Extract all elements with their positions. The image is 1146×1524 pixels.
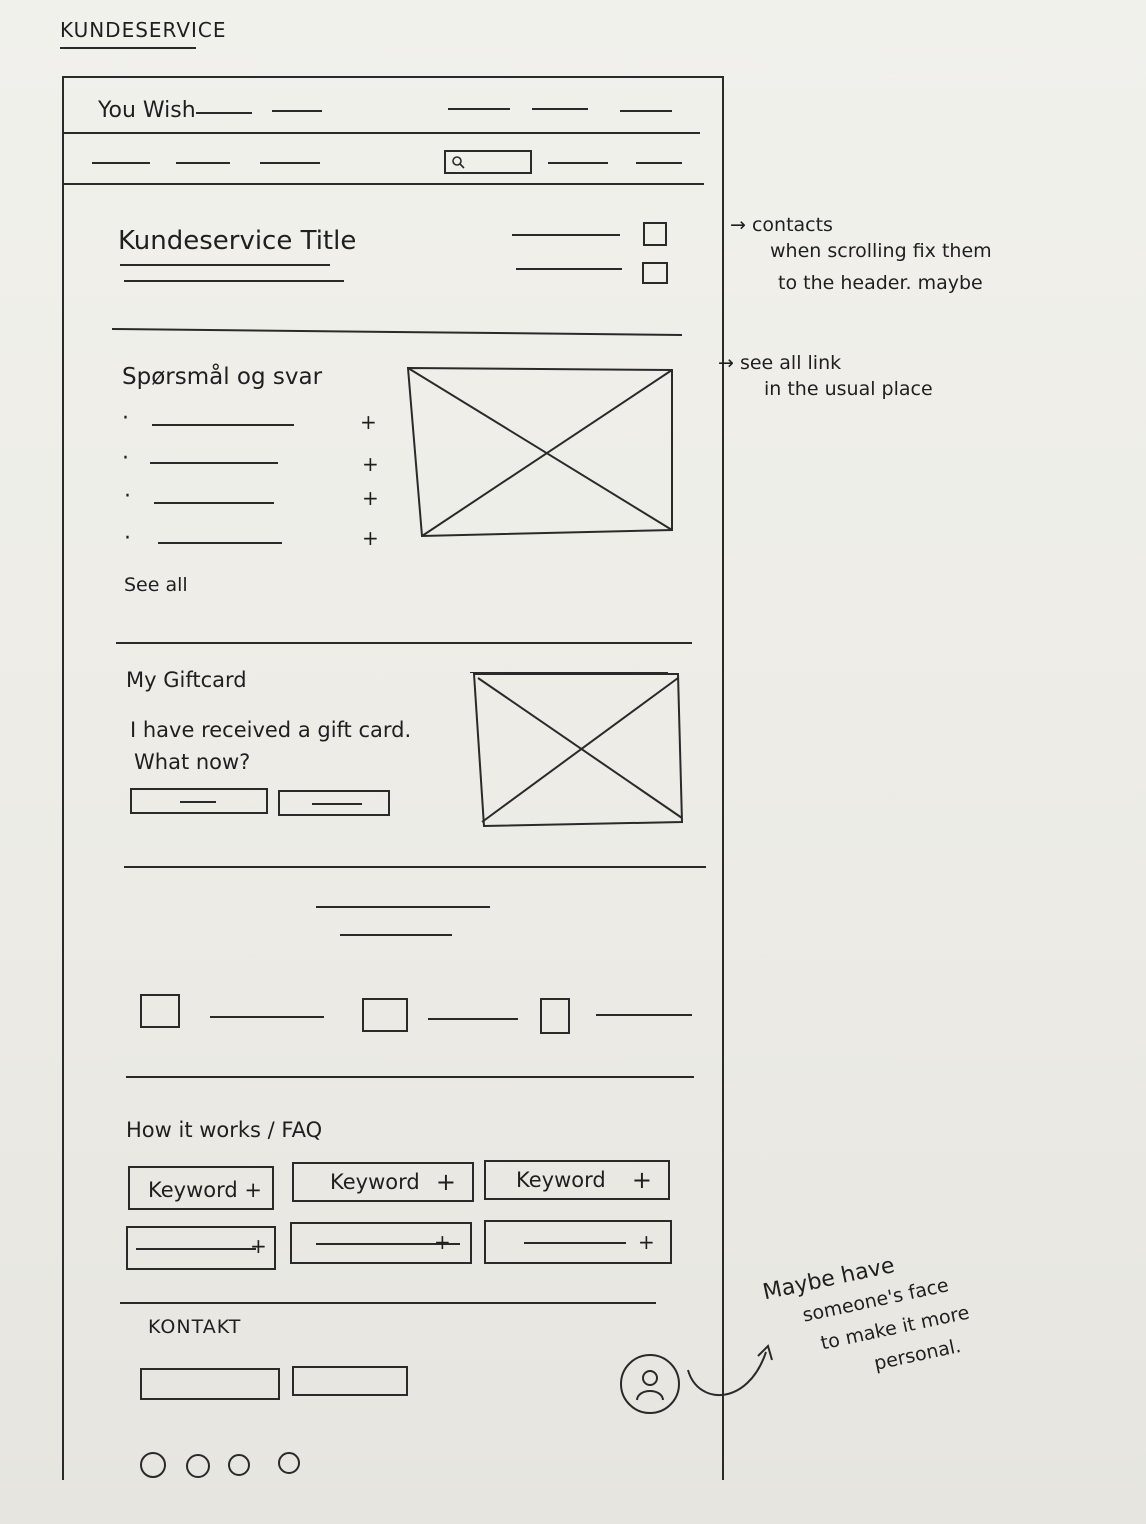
section-divider-2 bbox=[116, 642, 692, 644]
giftcard-button-2-label bbox=[312, 803, 362, 805]
title-underline bbox=[120, 264, 330, 266]
header-divider-1 bbox=[64, 132, 700, 134]
contact-icon-1[interactable] bbox=[643, 222, 667, 246]
contact-link-1[interactable] bbox=[512, 234, 620, 236]
giftcard-button-1[interactable] bbox=[130, 788, 268, 814]
faq-accordion-2[interactable]: + bbox=[290, 1222, 472, 1264]
faq-keyword-button-1[interactable]: Keyword + bbox=[128, 1166, 274, 1210]
menu-link-3[interactable] bbox=[260, 162, 320, 164]
pagination-dot-1[interactable] bbox=[140, 1452, 166, 1478]
annotation-see-all-2: in the usual place bbox=[764, 378, 933, 400]
nav-link-5[interactable] bbox=[620, 110, 672, 112]
feature-icon-3 bbox=[540, 998, 570, 1034]
qa-image-placeholder bbox=[406, 366, 674, 538]
plus-icon: + bbox=[434, 1230, 451, 1254]
qa-expand-icon[interactable]: + bbox=[362, 486, 379, 510]
giftcard-image-placeholder bbox=[470, 672, 686, 830]
menu-link-5[interactable] bbox=[636, 162, 682, 164]
contact-button-2[interactable] bbox=[292, 1366, 408, 1396]
faq-accordion-1[interactable]: + bbox=[126, 1226, 276, 1270]
annotation-contacts-3: to the header. maybe bbox=[778, 272, 983, 294]
annotation-arrow bbox=[687, 1344, 773, 1397]
faq-keyword-label: Keyword + bbox=[148, 1178, 262, 1202]
pagination-dot-2[interactable] bbox=[186, 1454, 210, 1478]
qa-bullet: · bbox=[124, 526, 131, 551]
section-divider-4 bbox=[126, 1076, 694, 1078]
feature-text-3 bbox=[596, 1014, 692, 1016]
page-title: Kundeservice Title bbox=[118, 226, 357, 256]
page-label: KUNDESERVICE bbox=[60, 18, 227, 42]
qa-bullet: · bbox=[122, 406, 129, 431]
section-divider-5 bbox=[120, 1302, 656, 1304]
nav-link-4[interactable] bbox=[532, 108, 588, 110]
avatar bbox=[620, 1354, 680, 1414]
qa-question-line bbox=[150, 462, 278, 464]
pagination-dot-3[interactable] bbox=[228, 1454, 250, 1476]
search-input[interactable] bbox=[444, 150, 532, 174]
nav-link-3[interactable] bbox=[448, 108, 510, 110]
qa-expand-icon[interactable]: + bbox=[362, 452, 379, 476]
feature-text-1 bbox=[210, 1016, 324, 1018]
pagination-dot-4[interactable] bbox=[278, 1452, 300, 1474]
menu-link-1[interactable] bbox=[92, 162, 150, 164]
qa-question-line bbox=[152, 424, 294, 426]
feature-icon-2 bbox=[362, 998, 408, 1032]
faq-accordion-line bbox=[136, 1248, 256, 1250]
section-divider-3 bbox=[124, 866, 706, 868]
feature-text-2 bbox=[428, 1018, 518, 1020]
plus-icon: + bbox=[638, 1230, 655, 1254]
giftcard-heading: My Giftcard bbox=[126, 668, 247, 692]
header-divider-2 bbox=[64, 183, 704, 185]
qa-expand-icon[interactable]: + bbox=[362, 526, 379, 550]
giftcard-button-2[interactable] bbox=[278, 790, 390, 816]
giftcard-text-line1: I have received a gift card. bbox=[130, 718, 412, 742]
giftcard-text-line2: What now? bbox=[134, 750, 251, 774]
faq-heading: How it works / FAQ bbox=[126, 1118, 323, 1142]
see-all-link[interactable]: See all bbox=[124, 574, 188, 596]
plus-icon: + bbox=[435, 1168, 456, 1196]
center-heading-line bbox=[316, 906, 490, 908]
faq-accordion-line bbox=[524, 1242, 626, 1244]
faq-keyword-button-3[interactable]: Keyword + bbox=[484, 1160, 670, 1200]
plus-icon: + bbox=[250, 1234, 267, 1258]
qa-question-line bbox=[154, 502, 274, 504]
contact-button-1[interactable] bbox=[140, 1368, 280, 1400]
qa-bullet: · bbox=[122, 446, 129, 471]
contact-heading: KONTAKT bbox=[148, 1316, 242, 1338]
faq-accordion-3[interactable]: + bbox=[484, 1220, 672, 1264]
menu-link-4[interactable] bbox=[548, 162, 608, 164]
faq-keyword-label: Keyword bbox=[330, 1170, 420, 1194]
qa-bullet: · bbox=[124, 484, 131, 509]
contact-icon-2[interactable] bbox=[642, 262, 668, 284]
logo[interactable]: You Wish bbox=[98, 98, 196, 123]
feature-icon-1 bbox=[140, 994, 180, 1028]
faq-keyword-label: Keyword bbox=[516, 1168, 606, 1192]
nav-link-1[interactable] bbox=[196, 112, 252, 114]
nav-link-2[interactable] bbox=[272, 110, 322, 112]
search-icon bbox=[452, 156, 465, 169]
menu-link-2[interactable] bbox=[176, 162, 230, 164]
annotation-contacts-2: when scrolling fix them bbox=[770, 240, 992, 262]
person-icon bbox=[636, 1370, 664, 1401]
center-subheading-line bbox=[340, 934, 452, 936]
qa-heading: Spørsmål og svar bbox=[122, 364, 323, 390]
qa-expand-icon[interactable]: + bbox=[360, 410, 377, 434]
subtitle-line bbox=[124, 280, 344, 282]
page-label-underline bbox=[60, 47, 196, 49]
plus-icon: + bbox=[631, 1166, 652, 1194]
giftcard-button-1-label bbox=[180, 801, 216, 803]
contact-link-2[interactable] bbox=[516, 268, 622, 270]
qa-question-line bbox=[158, 542, 282, 544]
faq-keyword-button-2[interactable]: Keyword + bbox=[292, 1162, 474, 1202]
